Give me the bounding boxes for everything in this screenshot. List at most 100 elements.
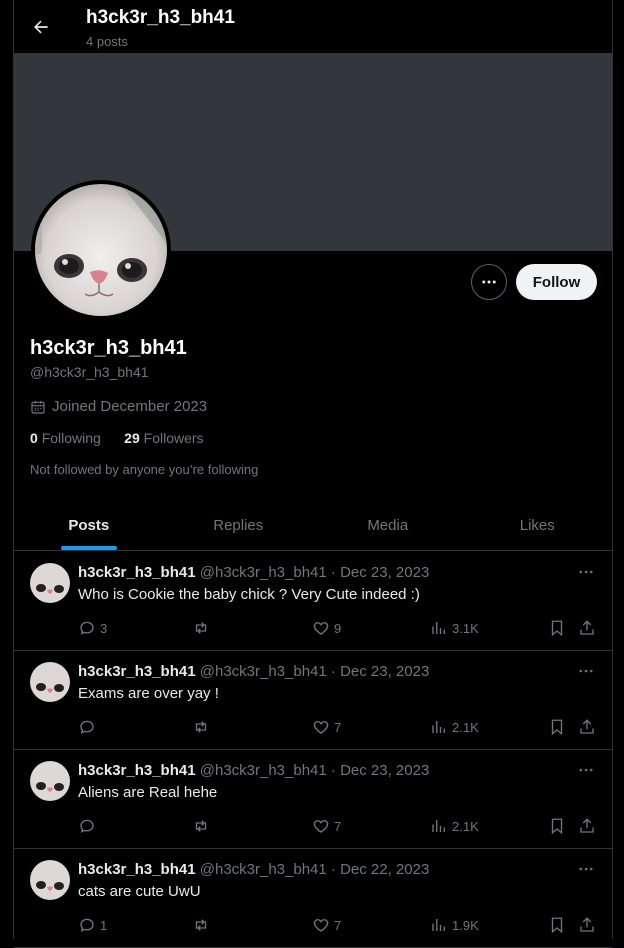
analytics-icon <box>432 820 445 832</box>
post-more-button[interactable] <box>577 662 595 685</box>
like-button[interactable]: 9 <box>312 619 341 637</box>
more-horizontal-icon <box>482 280 496 284</box>
tab-likes[interactable]: Likes <box>463 500 613 550</box>
like-count: 7 <box>334 917 342 933</box>
like-count: 7 <box>334 818 342 834</box>
like-count: 9 <box>334 620 342 636</box>
cat-photo <box>35 184 167 316</box>
joined-date: Joined December 2023 <box>30 398 207 415</box>
post-avatar[interactable] <box>30 761 70 801</box>
like-button[interactable]: 7 <box>312 718 341 736</box>
followers-link[interactable]: 29 Followers <box>124 430 203 446</box>
post-author-name[interactable]: h3ck3r_h3_bh41 <box>78 762 196 779</box>
post[interactable]: h3ck3r_h3_bh41 @h3ck3r_h3_bh41 · Dec 23,… <box>14 650 612 750</box>
views-button[interactable]: 2.1K <box>430 817 479 835</box>
view-count: 1.9K <box>452 917 479 933</box>
more-options-button[interactable] <box>471 264 507 300</box>
profile-avatar[interactable] <box>31 180 171 320</box>
share-button[interactable] <box>578 916 596 934</box>
heart-icon <box>313 820 329 833</box>
post-more-button[interactable] <box>577 563 595 586</box>
reply-button[interactable]: 1 <box>78 916 107 934</box>
post-meta: @h3ck3r_h3_bh41 · Dec 23, 2023 <box>199 663 430 680</box>
post-avatar[interactable] <box>30 662 70 702</box>
post-avatar[interactable] <box>30 563 70 603</box>
post-author-name[interactable]: h3ck3r_h3_bh41 <box>78 861 196 878</box>
tab-replies[interactable]: Replies <box>164 500 314 550</box>
share-button[interactable] <box>578 619 596 637</box>
post-actions: 3 9 3.1K <box>78 619 598 639</box>
heart-icon <box>313 721 329 734</box>
top-bar: h3ck3r_h3_bh41 4 posts <box>14 0 612 53</box>
repost-icon <box>195 721 207 733</box>
share-icon <box>580 917 594 932</box>
post-meta: @h3ck3r_h3_bh41 · Dec 22, 2023 <box>199 861 430 878</box>
repost-icon <box>195 919 207 931</box>
calendar-icon <box>31 400 45 414</box>
post-meta: @h3ck3r_h3_bh41 · Dec 23, 2023 <box>199 762 430 779</box>
share-icon <box>580 719 594 734</box>
followers-count: 29 <box>124 430 140 446</box>
post[interactable]: h3ck3r_h3_bh41 @h3ck3r_h3_bh41 · Dec 23,… <box>14 749 612 849</box>
post-actions: 7 2.1K <box>78 817 598 837</box>
bookmark-button[interactable] <box>548 619 566 637</box>
more-horizontal-icon <box>579 570 593 574</box>
share-button[interactable] <box>578 817 596 835</box>
back-button[interactable] <box>28 14 54 40</box>
more-horizontal-icon <box>579 867 593 871</box>
followers-label: Followers <box>143 430 204 446</box>
post-more-button[interactable] <box>577 860 595 883</box>
bookmark-button[interactable] <box>548 916 566 934</box>
reply-button[interactable] <box>78 817 100 835</box>
repost-icon <box>195 622 207 634</box>
joined-label: Joined December 2023 <box>52 398 208 415</box>
post-actions: 1 7 1.9K <box>78 916 598 936</box>
more-horizontal-icon <box>579 669 593 673</box>
view-count: 3.1K <box>452 620 479 636</box>
repost-button[interactable] <box>192 718 214 736</box>
post-count: 4 posts <box>86 34 128 49</box>
bookmark-icon <box>551 620 563 637</box>
repost-button[interactable] <box>192 817 214 835</box>
view-count: 2.1K <box>452 818 479 834</box>
post-more-button[interactable] <box>577 761 595 784</box>
profile-tabs: Posts Replies Media Likes <box>14 500 612 551</box>
follow-button[interactable]: Follow <box>516 264 597 300</box>
heart-icon <box>313 622 329 635</box>
share-button[interactable] <box>578 718 596 736</box>
analytics-icon <box>432 721 445 733</box>
bookmark-button[interactable] <box>548 817 566 835</box>
follow-stats: 0 Following 29 Followers <box>30 430 204 446</box>
analytics-icon <box>432 919 445 931</box>
views-button[interactable]: 1.9K <box>430 916 479 934</box>
post[interactable]: h3ck3r_h3_bh41 @h3ck3r_h3_bh41 · Dec 23,… <box>14 551 612 651</box>
post-avatar[interactable] <box>30 860 70 900</box>
repost-icon <box>195 820 207 832</box>
post-header: h3ck3r_h3_bh41 @h3ck3r_h3_bh41 · Dec 23,… <box>78 663 429 680</box>
bookmark-icon <box>551 917 563 934</box>
post-text: cats are cute UwU <box>78 883 201 900</box>
post-author-name[interactable]: h3ck3r_h3_bh41 <box>78 564 196 581</box>
following-link[interactable]: 0 Following <box>30 430 101 446</box>
tab-posts[interactable]: Posts <box>14 500 164 550</box>
views-button[interactable]: 2.1K <box>430 718 479 736</box>
view-count: 2.1K <box>452 719 479 735</box>
repost-button[interactable] <box>192 916 214 934</box>
tab-media[interactable]: Media <box>313 500 463 550</box>
reply-count: 3 <box>100 620 108 636</box>
heart-icon <box>313 919 329 932</box>
post-header: h3ck3r_h3_bh41 @h3ck3r_h3_bh41 · Dec 23,… <box>78 564 429 581</box>
views-button[interactable]: 3.1K <box>430 619 479 637</box>
repost-button[interactable] <box>192 619 214 637</box>
more-horizontal-icon <box>579 768 593 772</box>
like-button[interactable]: 7 <box>312 817 341 835</box>
reply-button[interactable] <box>78 718 100 736</box>
post-author-name[interactable]: h3ck3r_h3_bh41 <box>78 663 196 680</box>
reply-count: 1 <box>100 917 108 933</box>
post-meta: @h3ck3r_h3_bh41 · Dec 23, 2023 <box>199 564 430 581</box>
following-label: Following <box>41 430 101 446</box>
reply-button[interactable]: 3 <box>78 619 107 637</box>
post[interactable]: h3ck3r_h3_bh41 @h3ck3r_h3_bh41 · Dec 22,… <box>14 848 612 948</box>
bookmark-button[interactable] <box>548 718 566 736</box>
like-button[interactable]: 7 <box>312 916 341 934</box>
